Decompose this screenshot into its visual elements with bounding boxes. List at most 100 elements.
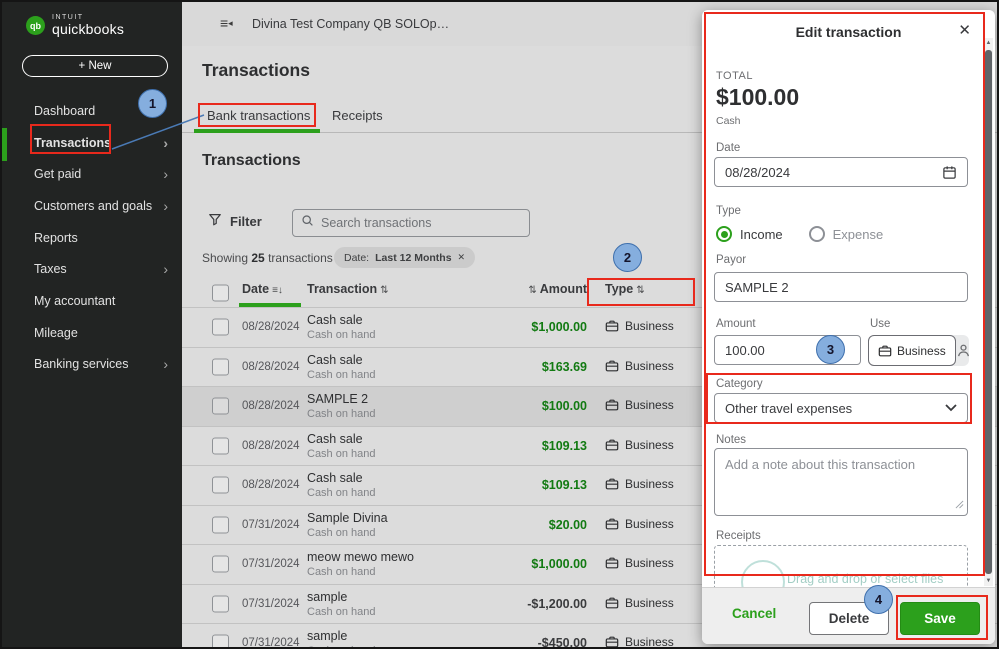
cell-amount: $1,000.00 bbox=[531, 320, 587, 334]
new-button[interactable]: + New bbox=[22, 55, 168, 77]
cell-date: 08/28/2024 bbox=[242, 479, 300, 491]
panel-title: Edit transaction bbox=[702, 24, 995, 40]
payor-field[interactable] bbox=[714, 272, 968, 302]
quickbooks-logo: qb INTUIT quickbooks bbox=[26, 14, 124, 37]
panel-scrollbar[interactable]: ▲ ▼ bbox=[984, 38, 993, 586]
cell-amount: $109.13 bbox=[542, 478, 587, 492]
search-icon bbox=[301, 214, 314, 232]
sidebar-item-banking-services[interactable]: Banking services › bbox=[2, 349, 182, 381]
total-label: TOTAL bbox=[716, 70, 753, 82]
sidebar-item-reports[interactable]: Reports bbox=[2, 222, 182, 254]
row-checkbox[interactable] bbox=[212, 556, 229, 573]
cell-account: Cash on hand bbox=[307, 448, 376, 460]
notes-textarea[interactable]: Add a note about this transaction bbox=[714, 448, 968, 516]
amount-input[interactable] bbox=[725, 343, 850, 358]
cell-transaction-name: SAMPLE 2 bbox=[307, 392, 368, 406]
sort-icon: ⇅ bbox=[528, 285, 536, 296]
cell-date: 07/31/2024 bbox=[242, 598, 300, 610]
sidebar-item-get-paid[interactable]: Get paid › bbox=[2, 158, 182, 190]
category-dropdown[interactable]: Other travel expenses bbox=[714, 393, 968, 423]
row-checkbox[interactable] bbox=[212, 516, 229, 533]
sidebar-item-dashboard[interactable]: Dashboard bbox=[2, 95, 182, 127]
showing-count-text: Showing 25 transactions bbox=[202, 251, 333, 265]
briefcase-icon bbox=[605, 477, 619, 491]
radio-expense[interactable]: Expense bbox=[809, 226, 884, 242]
use-personal-segment[interactable] bbox=[956, 343, 971, 358]
row-checkbox[interactable] bbox=[212, 635, 229, 647]
search-input[interactable] bbox=[321, 216, 521, 230]
cell-transaction-name: Cash sale bbox=[307, 353, 363, 367]
cell-type: Business bbox=[605, 596, 674, 610]
total-value: $100.00 bbox=[716, 84, 799, 111]
column-header-amount[interactable]: ⇅ Amount bbox=[525, 282, 587, 296]
chip-label: Date: bbox=[344, 252, 369, 264]
cell-date: 08/28/2024 bbox=[242, 321, 300, 333]
cell-account: Cash on hand bbox=[307, 408, 376, 420]
section-title: Transactions bbox=[202, 152, 301, 170]
sidebar-item-transactions[interactable]: Transactions › bbox=[2, 127, 182, 159]
sort-icon: ⇅ bbox=[380, 285, 388, 296]
column-header-transaction[interactable]: Transaction⇅ bbox=[307, 282, 389, 296]
row-checkbox[interactable] bbox=[212, 358, 229, 375]
chevron-right-icon: › bbox=[163, 198, 168, 214]
sidebar-item-label: Taxes bbox=[34, 262, 67, 276]
funnel-icon bbox=[208, 212, 222, 231]
row-checkbox[interactable] bbox=[212, 595, 229, 612]
scroll-down-icon[interactable]: ▼ bbox=[984, 578, 993, 584]
date-field[interactable] bbox=[714, 157, 968, 187]
cell-transaction-name: sample bbox=[307, 629, 347, 643]
sidebar-item-customers-and-goals[interactable]: Customers and goals › bbox=[2, 190, 182, 222]
delete-button[interactable]: Delete bbox=[809, 602, 889, 635]
sidebar-item-label: Dashboard bbox=[34, 104, 95, 118]
briefcase-icon bbox=[605, 319, 619, 333]
cell-account: Cash on hand bbox=[307, 606, 376, 618]
briefcase-icon bbox=[605, 438, 619, 452]
row-checkbox[interactable] bbox=[212, 437, 229, 454]
sidebar: qb INTUIT quickbooks + New Dashboard Tra… bbox=[2, 2, 182, 647]
chevron-right-icon: › bbox=[163, 166, 168, 182]
category-value: Other travel expenses bbox=[725, 401, 852, 416]
sidebar-nav: Dashboard Transactions › Get paid › Cust… bbox=[2, 95, 182, 380]
row-checkbox[interactable] bbox=[212, 319, 229, 336]
sidebar-item-taxes[interactable]: Taxes › bbox=[2, 253, 182, 285]
search-transactions-box[interactable] bbox=[292, 209, 530, 237]
cell-amount: $163.69 bbox=[542, 360, 587, 374]
payor-input[interactable] bbox=[725, 280, 957, 295]
scrollbar-thumb[interactable] bbox=[985, 50, 992, 574]
cell-date: 08/28/2024 bbox=[242, 400, 300, 412]
chevron-down-icon bbox=[945, 404, 957, 412]
sidebar-item-label: Reports bbox=[34, 231, 78, 245]
radio-income[interactable]: Income bbox=[716, 226, 783, 242]
date-label: Date bbox=[716, 142, 740, 154]
chip-close-icon[interactable]: ✕ bbox=[458, 252, 466, 263]
cell-date: 07/31/2024 bbox=[242, 637, 300, 647]
row-checkbox[interactable] bbox=[212, 398, 229, 415]
chevron-right-icon: › bbox=[163, 261, 168, 277]
sidebar-item-mileage[interactable]: Mileage bbox=[2, 317, 182, 349]
save-button[interactable]: Save bbox=[900, 602, 980, 635]
resize-grip-icon[interactable] bbox=[955, 497, 964, 512]
date-input[interactable] bbox=[725, 165, 942, 180]
amount-field[interactable] bbox=[714, 335, 861, 365]
panel-footer: Cancel Delete Save bbox=[702, 587, 995, 644]
cell-amount: -$450.00 bbox=[538, 636, 587, 647]
cancel-button[interactable]: Cancel bbox=[732, 606, 776, 621]
sidebar-item-my-accountant[interactable]: My accountant bbox=[2, 285, 182, 317]
select-all-checkbox[interactable] bbox=[212, 284, 229, 301]
collapse-sidebar-icon[interactable]: ≡◂ bbox=[220, 15, 233, 31]
date-filter-chip[interactable]: Date: Last 12 Months ✕ bbox=[334, 247, 475, 268]
cell-account: Cash on hand bbox=[307, 645, 376, 647]
cell-transaction-name: Cash sale bbox=[307, 471, 363, 485]
scroll-up-icon[interactable]: ▲ bbox=[984, 40, 993, 46]
sidebar-item-label: Customers and goals bbox=[34, 199, 152, 213]
calendar-icon[interactable] bbox=[942, 165, 957, 180]
filter-button[interactable]: Filter bbox=[208, 212, 262, 231]
column-header-type[interactable]: Type⇅ bbox=[605, 282, 645, 296]
tab-receipts[interactable]: Receipts bbox=[332, 108, 383, 123]
briefcase-icon bbox=[605, 635, 619, 647]
row-checkbox[interactable] bbox=[212, 477, 229, 494]
use-business-segment[interactable]: Business bbox=[868, 335, 956, 366]
tab-bank-transactions[interactable]: Bank transactions bbox=[207, 108, 310, 123]
column-header-date[interactable]: Date≡↓ bbox=[242, 282, 283, 296]
close-icon[interactable]: ✕ bbox=[958, 21, 971, 39]
